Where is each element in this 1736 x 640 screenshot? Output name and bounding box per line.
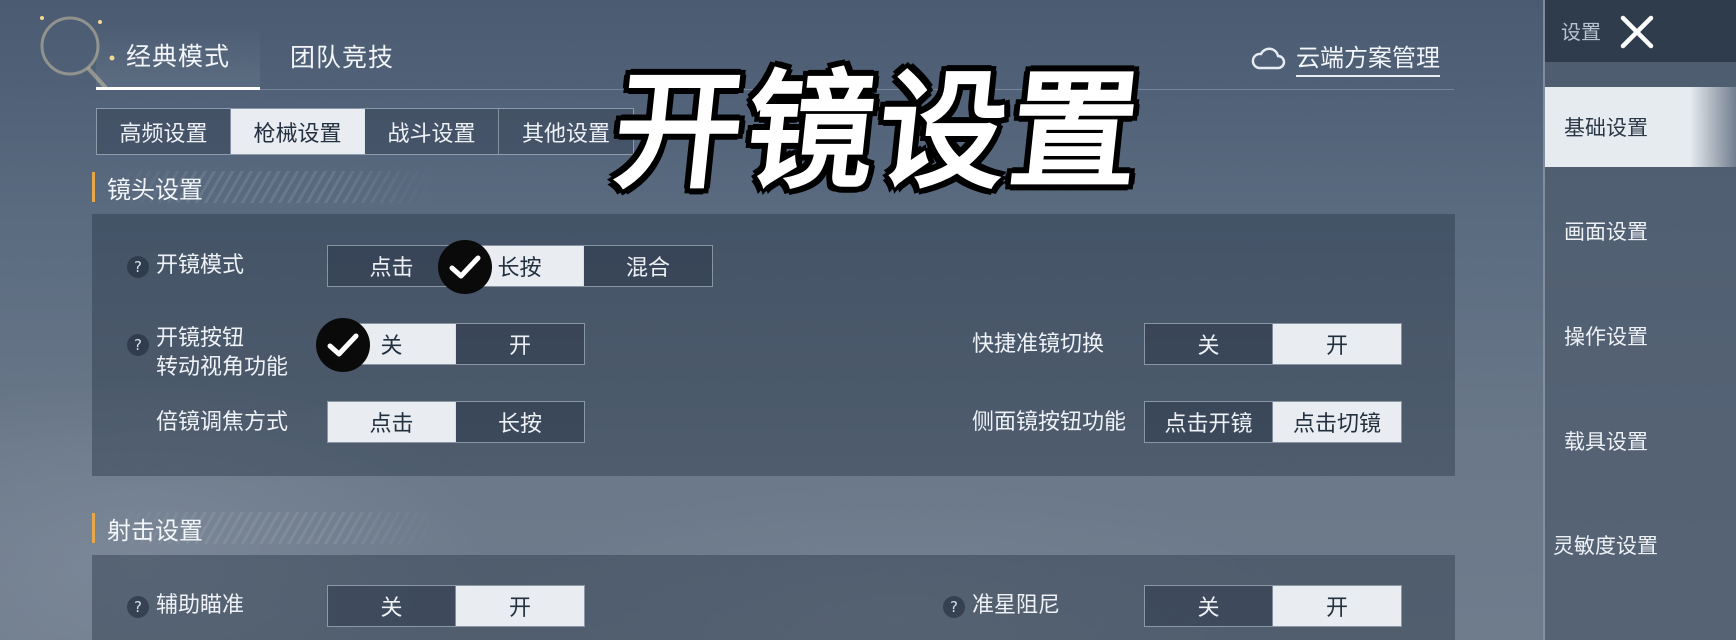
- section-title: 镜头设置: [107, 175, 203, 204]
- tab-classic-mode[interactable]: 经典模式: [96, 22, 261, 90]
- side-scope-option-open[interactable]: 点击开镜: [1145, 402, 1273, 442]
- section-header-lens: 镜头设置: [92, 171, 438, 204]
- section-accent-bar: [92, 172, 95, 202]
- subtab-combat[interactable]: 战斗设置: [365, 109, 499, 154]
- sidebar-item-label: 操作设置: [1564, 325, 1648, 349]
- cloud-plan-link[interactable]: 云端方案管理: [1250, 38, 1440, 77]
- scope-mode-selector: 点击 长按 混合: [327, 245, 713, 287]
- aim-assist-label: 辅助瞄准: [156, 593, 245, 618]
- overlay-title: 开镜设置: [606, 58, 1151, 207]
- sidebar-item-controls[interactable]: 操作设置: [1545, 296, 1736, 376]
- tab-team-deathmatch[interactable]: 团队竞技: [260, 22, 424, 90]
- help-icon[interactable]: ?: [127, 256, 149, 278]
- scope-turn-option-on[interactable]: 开: [456, 324, 584, 364]
- subtab-firearms[interactable]: 枪械设置: [231, 109, 365, 154]
- scope-mode-label: 开镜模式: [156, 253, 245, 278]
- mode-tabs: 经典模式 团队竞技: [96, 22, 424, 90]
- tab-label: 经典模式: [126, 41, 231, 71]
- help-icon[interactable]: ?: [127, 334, 149, 356]
- zoom-method-option-hold[interactable]: 长按: [456, 402, 584, 442]
- section-header-shooting: 射击设置: [92, 512, 438, 545]
- help-icon[interactable]: ?: [943, 596, 965, 618]
- zoom-method-selector: 点击 长按: [327, 401, 585, 443]
- cloud-plan-label: 云端方案管理: [1296, 38, 1440, 77]
- close-icon[interactable]: [1615, 10, 1659, 54]
- quick-switch-option-off[interactable]: 关: [1145, 324, 1273, 364]
- sidebar-item-sensitivity[interactable]: 灵敏度设置: [1545, 505, 1736, 585]
- side-scope-option-switch[interactable]: 点击切镜: [1273, 402, 1401, 442]
- scope-mode-option-mixed[interactable]: 混合: [584, 246, 712, 286]
- sidebar-item-basic[interactable]: 基础设置: [1545, 87, 1736, 167]
- zoom-method-option-tap[interactable]: 点击: [328, 402, 456, 442]
- subtab-high-frequency[interactable]: 高频设置: [97, 109, 231, 154]
- sidebar-item-vehicle[interactable]: 载具设置: [1545, 401, 1736, 481]
- sidebar-item-label: 画面设置: [1564, 220, 1648, 244]
- settings-sidebar: 设置 基础设置 画面设置 操作设置 载具设置 灵敏度设置: [1543, 0, 1736, 640]
- scope-mode-option-tap[interactable]: 点击: [328, 246, 456, 286]
- sidebar-title: 设置: [1561, 20, 1601, 44]
- tab-label: 团队竞技: [290, 43, 395, 72]
- side-scope-label: 侧面镜按钮功能: [972, 410, 1127, 435]
- crosshair-damping-option-on[interactable]: 开: [1273, 586, 1401, 626]
- help-icon[interactable]: ?: [127, 596, 149, 618]
- sidebar-item-label: 灵敏度设置: [1553, 534, 1658, 558]
- quick-switch-option-on[interactable]: 开: [1273, 324, 1401, 364]
- scope-turn-label-line2: 转动视角功能: [156, 355, 289, 380]
- crosshair-damping-toggle: 关 开: [1144, 585, 1402, 627]
- scope-turn-label-line1: 开镜按钮: [156, 326, 245, 351]
- settings-subtabs: 高频设置 枪械设置 战斗设置 其他设置: [96, 108, 634, 155]
- cloud-icon: [1251, 47, 1286, 69]
- crosshair-damping-label: 准星阻尼: [972, 593, 1061, 618]
- sidebar-item-label: 基础设置: [1564, 116, 1648, 140]
- quick-switch-toggle: 关 开: [1144, 323, 1402, 365]
- checkmark-icon: [438, 240, 492, 294]
- sidebar-item-label: 载具设置: [1564, 430, 1648, 454]
- quick-switch-label: 快捷准镜切换: [972, 332, 1105, 357]
- sidebar-header: 设置: [1545, 0, 1736, 62]
- checkmark-icon: [316, 318, 370, 372]
- aim-assist-toggle: 关 开: [327, 585, 585, 627]
- crosshair-damping-option-off[interactable]: 关: [1145, 586, 1273, 626]
- section-title: 射击设置: [107, 516, 203, 545]
- section-accent-bar: [92, 513, 95, 543]
- side-scope-selector: 点击开镜 点击切镜: [1144, 401, 1402, 443]
- aim-assist-option-on[interactable]: 开: [456, 586, 584, 626]
- sidebar-item-graphics[interactable]: 画面设置: [1545, 191, 1736, 271]
- zoom-method-label: 倍镜调焦方式: [156, 410, 289, 435]
- aim-assist-option-off[interactable]: 关: [328, 586, 456, 626]
